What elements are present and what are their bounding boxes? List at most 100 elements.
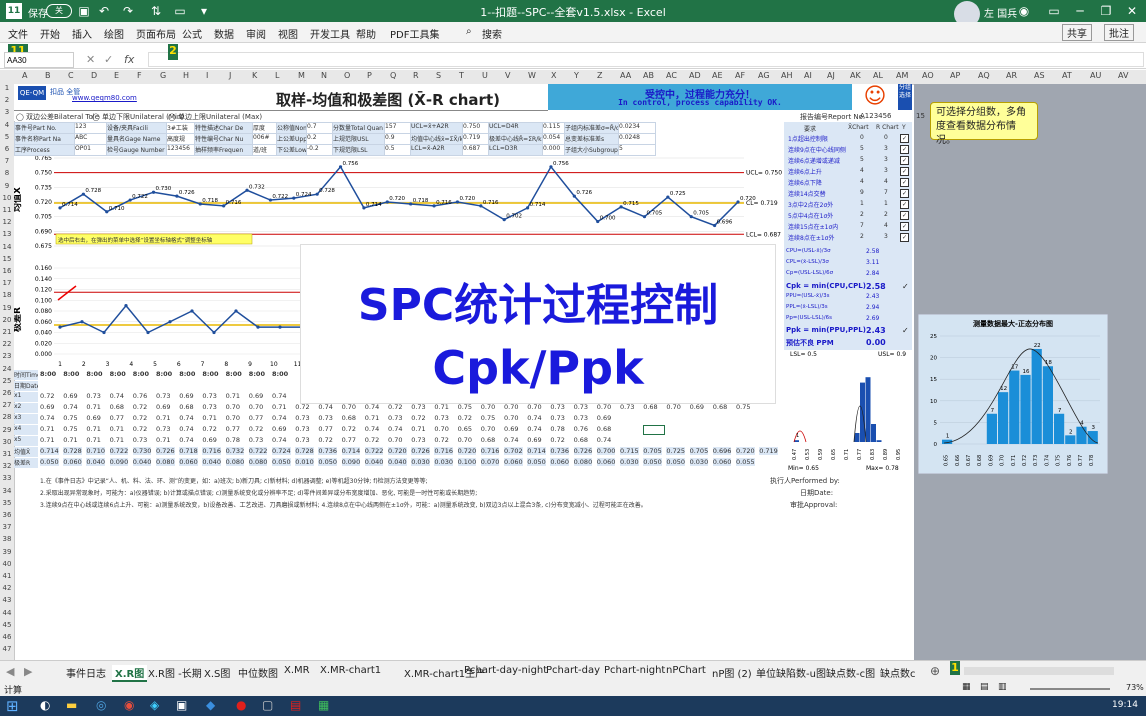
tolerance-option[interactable]: ◯ 双边公差Bilateral Tole bbox=[16, 112, 99, 122]
time-cell[interactable]: 8:00 bbox=[86, 370, 102, 378]
data-cell[interactable]: 0.060 bbox=[63, 458, 82, 466]
search-icon[interactable]: ⌕ bbox=[466, 26, 472, 37]
time-cell[interactable]: 8:00 bbox=[156, 370, 172, 378]
data-cell[interactable]: 0.72 bbox=[133, 425, 147, 433]
column-header[interactable]: AK bbox=[850, 71, 861, 80]
data-cell[interactable]: 0.705 bbox=[643, 447, 662, 455]
row-header[interactable]: 45 bbox=[0, 621, 14, 629]
data-cell[interactable]: 0.76 bbox=[574, 425, 588, 433]
data-cell[interactable]: 0.714 bbox=[40, 447, 59, 455]
data-cell[interactable]: 0.73 bbox=[388, 414, 402, 422]
data-cell[interactable]: 0.68 bbox=[643, 403, 657, 411]
row-header[interactable]: 24 bbox=[0, 365, 14, 373]
ribbon-tab[interactable]: 公式 bbox=[182, 26, 202, 41]
close-icon[interactable]: ✕ bbox=[1124, 3, 1140, 19]
column-header[interactable]: AJ bbox=[827, 71, 835, 80]
data-cell[interactable]: 0.70 bbox=[481, 425, 495, 433]
data-cell[interactable]: 0.71 bbox=[156, 414, 170, 422]
column-header[interactable]: AO bbox=[922, 71, 934, 80]
row-header[interactable]: 18 bbox=[0, 291, 14, 299]
data-cell[interactable]: 0.725 bbox=[666, 447, 685, 455]
data-cell[interactable]: 0.74 bbox=[527, 414, 541, 422]
info-value[interactable]: 0.5 bbox=[384, 144, 412, 156]
column-header[interactable]: L bbox=[275, 71, 279, 80]
app-icon-1[interactable]: ◐ bbox=[40, 698, 50, 712]
column-header[interactable]: AT bbox=[1062, 71, 1072, 80]
data-cell[interactable]: 0.72 bbox=[388, 403, 402, 411]
data-cell[interactable]: 0.70 bbox=[458, 436, 472, 444]
column-header[interactable]: F bbox=[137, 71, 142, 80]
ribbon-tab[interactable]: 插入 bbox=[72, 26, 92, 41]
rule-checkbox[interactable]: ✓ bbox=[900, 134, 909, 143]
data-cell[interactable]: 0.060 bbox=[712, 458, 732, 466]
row-header[interactable]: 3 bbox=[0, 108, 14, 116]
data-cell[interactable]: 0.71 bbox=[63, 436, 77, 444]
data-cell[interactable]: 0.060 bbox=[179, 458, 198, 466]
rule-checkbox[interactable]: ✓ bbox=[900, 189, 909, 198]
data-cell[interactable]: 0.68 bbox=[597, 425, 611, 433]
data-cell[interactable]: 0.68 bbox=[574, 436, 588, 444]
sheet-tab[interactable]: 事件日志 bbox=[66, 665, 106, 680]
data-cell[interactable]: 0.74 bbox=[318, 403, 332, 411]
column-header[interactable]: C bbox=[68, 71, 74, 80]
data-cell[interactable]: 0.72 bbox=[458, 414, 472, 422]
column-header[interactable]: H bbox=[183, 71, 189, 80]
data-cell[interactable]: 0.71 bbox=[202, 414, 216, 422]
sheet-tab[interactable]: 缺点数-c图 bbox=[826, 665, 875, 680]
info-value[interactable]: 道/班 bbox=[252, 144, 278, 156]
row-header[interactable]: 25 bbox=[0, 377, 14, 385]
column-header[interactable]: AF bbox=[735, 71, 745, 80]
account-icon[interactable]: ◉ bbox=[1016, 3, 1032, 19]
column-header[interactable]: AB bbox=[643, 71, 654, 80]
row-header[interactable]: 37 bbox=[0, 523, 14, 531]
data-cell[interactable]: 0.70 bbox=[388, 436, 402, 444]
info-value[interactable]: 123456 bbox=[166, 144, 196, 156]
data-cell[interactable]: 0.72 bbox=[434, 436, 448, 444]
row-header[interactable]: 46 bbox=[0, 633, 14, 641]
row-header[interactable]: 40 bbox=[0, 560, 14, 568]
data-cell[interactable]: 0.71 bbox=[110, 436, 124, 444]
data-cell[interactable]: 0.70 bbox=[342, 403, 356, 411]
data-cell[interactable]: 0.75 bbox=[458, 403, 472, 411]
column-header[interactable]: AG bbox=[758, 71, 770, 80]
row-header[interactable]: 7 bbox=[0, 157, 14, 165]
data-cell[interactable]: 0.69 bbox=[40, 403, 54, 411]
info-value[interactable]: 0.000 bbox=[542, 144, 566, 156]
data-cell[interactable]: 0.040 bbox=[388, 458, 407, 466]
column-header[interactable]: E bbox=[114, 71, 119, 80]
data-cell[interactable]: 0.74 bbox=[179, 436, 193, 444]
data-cell[interactable]: 0.73 bbox=[295, 414, 309, 422]
data-cell[interactable]: 0.080 bbox=[573, 458, 593, 466]
data-cell[interactable]: 0.75 bbox=[736, 403, 750, 411]
data-cell[interactable]: 0.719 bbox=[759, 447, 778, 455]
row-header[interactable]: 10 bbox=[0, 194, 14, 202]
normal-view-icon[interactable]: ▦ bbox=[962, 682, 971, 692]
data-cell[interactable]: 0.69 bbox=[202, 436, 216, 444]
rule-checkbox[interactable]: ✓ bbox=[900, 200, 909, 209]
page-break-icon[interactable]: ▥ bbox=[998, 682, 1007, 692]
cancel-entry-icon[interactable]: ✕ bbox=[86, 53, 95, 66]
data-cell[interactable]: 0.72 bbox=[295, 403, 309, 411]
ribbon-tab[interactable]: 页面布局 bbox=[136, 26, 176, 41]
data-cell[interactable]: 0.74 bbox=[365, 425, 379, 433]
row-header[interactable]: 30 bbox=[0, 438, 14, 446]
data-cell[interactable]: 0.726 bbox=[411, 447, 430, 455]
row-header[interactable]: 17 bbox=[0, 279, 14, 287]
excel-taskbar-icon[interactable]: ▦ bbox=[318, 698, 329, 712]
data-cell[interactable]: 0.73 bbox=[133, 436, 147, 444]
data-cell[interactable]: 0.69 bbox=[690, 403, 704, 411]
ribbon-tab[interactable]: 绘图 bbox=[104, 26, 124, 41]
data-cell[interactable]: 0.73 bbox=[550, 403, 564, 411]
data-cell[interactable]: 0.73 bbox=[202, 392, 216, 400]
column-header[interactable]: AL bbox=[873, 71, 883, 80]
data-cell[interactable]: 0.74 bbox=[272, 392, 286, 400]
ribbon-tab[interactable]: 开发工具 bbox=[310, 26, 350, 41]
column-header[interactable]: G bbox=[160, 71, 166, 80]
selected-cell[interactable] bbox=[643, 425, 666, 435]
data-cell[interactable]: 0.70 bbox=[249, 403, 263, 411]
zoom-level[interactable]: 73% bbox=[1126, 683, 1144, 692]
column-header[interactable]: AE bbox=[712, 71, 723, 80]
row-header[interactable]: 4 bbox=[0, 121, 14, 129]
data-cell[interactable]: 0.030 bbox=[620, 458, 639, 466]
data-cell[interactable]: 0.70 bbox=[666, 403, 680, 411]
